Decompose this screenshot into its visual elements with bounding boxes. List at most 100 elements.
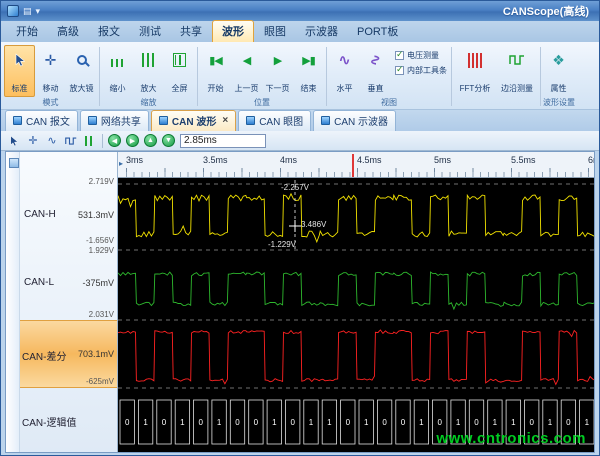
tab-message[interactable]: 报文 <box>89 21 129 42</box>
app-icon <box>7 5 19 17</box>
bars-tool-icon[interactable] <box>83 134 97 148</box>
channel-label-can-h[interactable]: CAN-H <box>24 209 56 220</box>
logic-bit-value: 1 <box>493 418 498 427</box>
document-tab-bar: CAN 报文 网络共享 CAN 波形 × CAN 眼图 CAN 示波器 <box>1 110 599 131</box>
zoom-in-button[interactable]: 放大 <box>133 45 164 97</box>
measurement-value-3: -1.229V <box>268 240 296 249</box>
edge-measure-button[interactable]: 边沿测量 <box>496 45 538 97</box>
nav-right-button[interactable]: ▶ <box>126 134 139 147</box>
vertical-button[interactable]: ∿ 垂直 <box>360 45 391 97</box>
group-label-analysis <box>454 97 538 109</box>
horizontal-button[interactable]: ∿ 水平 <box>329 45 360 97</box>
digital-wave-icon[interactable] <box>64 134 78 148</box>
fft-analysis-button[interactable]: FFT分析 <box>454 45 496 97</box>
time-tick-label: 4.5ms <box>357 155 382 165</box>
fft-spectrum-icon <box>468 49 483 71</box>
checkbox-label: 内部工具条 <box>407 65 447 76</box>
full-screen-button[interactable]: 全屏 <box>164 45 195 97</box>
tab-eye-diagram[interactable]: 眼图 <box>255 21 295 42</box>
voltage-measure-checkbox[interactable]: 电压测量 <box>395 50 447 61</box>
time-tick-label: 3ms <box>126 155 143 165</box>
doc-tab-can-scope[interactable]: CAN 示波器 <box>313 110 396 131</box>
next-page-button[interactable]: ▶ 下一页 <box>262 45 293 97</box>
channel-offset: -375mV <box>82 278 114 288</box>
tab-advanced[interactable]: 高级 <box>48 21 88 42</box>
checkbox-label: 电压测量 <box>407 50 439 61</box>
cursor-arrow-icon <box>14 49 26 71</box>
can-h-trace <box>118 194 594 242</box>
button-label: 开始 <box>208 83 224 94</box>
tab-test[interactable]: 测试 <box>130 21 170 42</box>
button-label: 缩小 <box>110 83 126 94</box>
doc-tab-label: CAN 示波器 <box>334 113 388 128</box>
channel-label-can-logic[interactable]: CAN-逻辑值 <box>22 414 76 429</box>
ribbon-group-waveform-settings: ❖ 属性 波形设置 <box>542 44 576 109</box>
doc-tab-can-eye[interactable]: CAN 眼图 <box>238 110 311 131</box>
channel-label-can-diff[interactable]: CAN-差分 <box>22 348 66 363</box>
go-start-icon: ▮◀ <box>209 49 222 71</box>
go-start-button[interactable]: ▮◀ 开始 <box>200 45 231 97</box>
channel-label-can-l[interactable]: CAN-L <box>24 277 54 288</box>
nav-left-button[interactable]: ◀ <box>108 134 121 147</box>
waveform-svg: 01010100101101001010110101 <box>118 178 594 452</box>
logic-bit-value: 0 <box>290 418 295 427</box>
ribbon-group-analysis: FFT分析 边沿测量 <box>453 44 539 109</box>
ruler-red-marker[interactable] <box>352 154 354 177</box>
logic-bit-value: 1 <box>548 418 553 427</box>
logic-bit-value: 1 <box>217 418 222 427</box>
move-icon: ✛ <box>45 49 57 71</box>
button-label: 移动 <box>43 83 59 94</box>
internal-toolbar-checkbox[interactable]: 内部工具条 <box>395 65 447 76</box>
time-tick-label: 5ms <box>434 155 451 165</box>
waveform-display[interactable]: 01010100101101001010110101 -2.257V 3.486… <box>118 178 594 452</box>
move-mode-button[interactable]: ✛ 移动 <box>35 45 66 97</box>
ribbon-group-view: ∿ 水平 ∿ 垂直 电压测量 内部工具条 <box>328 44 450 109</box>
channel-config-icon[interactable] <box>9 158 19 168</box>
time-ruler[interactable]: ▸ 3ms3.5ms4ms4.5ms5ms5.5ms6m <box>118 152 594 178</box>
save-icon[interactable]: ▤ <box>23 5 32 17</box>
group-label-position: 位置 <box>200 97 324 109</box>
ribbon-separator <box>326 47 327 106</box>
close-tab-button[interactable]: × <box>220 115 228 126</box>
select-tool-icon[interactable] <box>7 134 21 148</box>
nav-up-button[interactable]: ▲ <box>144 134 157 147</box>
ruler-cursor-icon[interactable]: ▸ <box>119 159 123 168</box>
measurement-value-1: -2.257V <box>266 183 324 192</box>
doc-tab-network-share[interactable]: 网络共享 <box>80 110 149 131</box>
doc-tab-can-waveform[interactable]: CAN 波形 × <box>151 110 236 131</box>
properties-button[interactable]: ❖ 属性 <box>543 45 574 97</box>
logic-bit-value: 0 <box>346 418 351 427</box>
logic-bit-value: 1 <box>419 418 424 427</box>
tab-oscilloscope[interactable]: 示波器 <box>296 21 347 42</box>
standard-mode-button[interactable]: 标准 <box>4 45 35 97</box>
doc-tab-can-message[interactable]: CAN 报文 <box>5 110 78 131</box>
tab-port-board[interactable]: PORT板 <box>348 21 407 42</box>
tab-start[interactable]: 开始 <box>7 21 47 42</box>
menu-dropdown-icon[interactable]: ▾ <box>36 5 41 17</box>
full-screen-icon <box>173 49 186 71</box>
logic-bit-value: 0 <box>529 418 534 427</box>
tab-share[interactable]: 共享 <box>171 21 211 42</box>
zoom-in-icon <box>142 49 155 71</box>
logic-bit-value: 0 <box>162 418 167 427</box>
channel-offset: 703.1mV <box>78 349 114 359</box>
logic-bit-value: 0 <box>437 418 442 427</box>
crosshair-tool-icon[interactable]: ✛ <box>26 134 40 148</box>
watermark: www.cntronics.com <box>436 430 586 447</box>
logic-bit-value: 0 <box>198 418 203 427</box>
cursor-time-input[interactable] <box>180 134 266 148</box>
magnifier-mode-button[interactable]: 放大镜 <box>66 45 97 97</box>
go-end-button[interactable]: ▶▮ 结束 <box>293 45 324 97</box>
measurement-value-2: 3.486V <box>301 220 326 229</box>
ruler-minor-ticks <box>126 172 594 177</box>
logic-bit-value: 1 <box>456 418 461 427</box>
ribbon-tab-bar: 开始 高级 报文 测试 共享 波形 眼图 示波器 PORT板 <box>1 21 599 42</box>
analog-wave-icon[interactable]: ∿ <box>45 134 59 148</box>
zoom-out-button[interactable]: 缩小 <box>102 45 133 97</box>
prev-page-button[interactable]: ◀ 上一页 <box>231 45 262 97</box>
logic-bit-value: 0 <box>566 418 571 427</box>
vertical-wave-icon: ∿ <box>366 54 384 67</box>
tab-waveform[interactable]: 波形 <box>212 20 254 42</box>
nav-down-button[interactable]: ▼ <box>162 134 175 147</box>
panel-left-strip <box>6 152 20 452</box>
